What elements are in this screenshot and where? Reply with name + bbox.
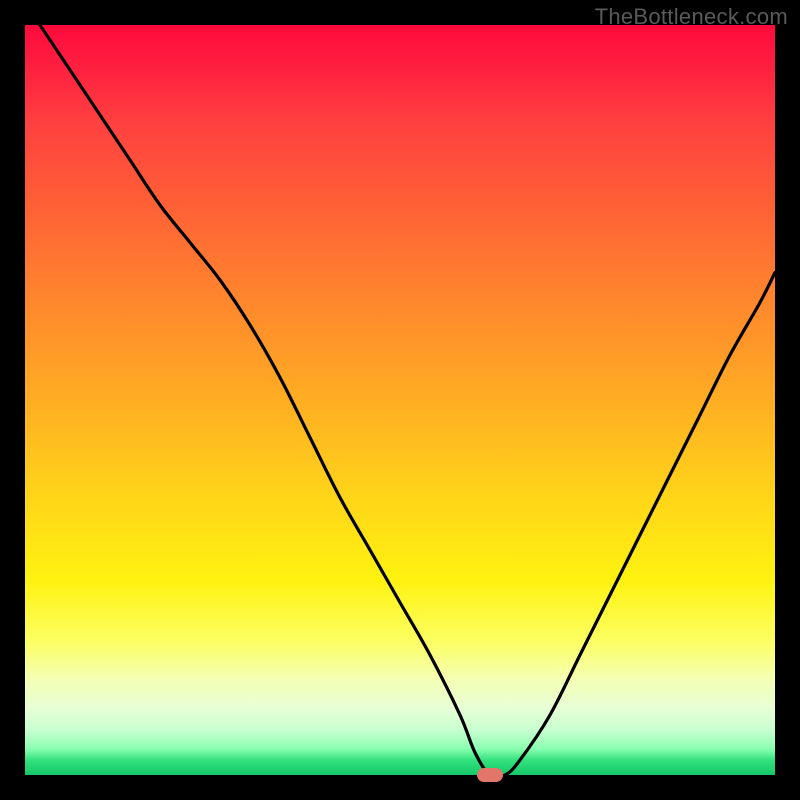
plot-area bbox=[25, 25, 775, 775]
watermark-text: TheBottleneck.com bbox=[595, 4, 788, 30]
curve-svg bbox=[25, 25, 775, 775]
optimal-marker bbox=[477, 768, 503, 782]
chart-frame: TheBottleneck.com bbox=[0, 0, 800, 800]
bottleneck-curve-path bbox=[40, 25, 775, 778]
